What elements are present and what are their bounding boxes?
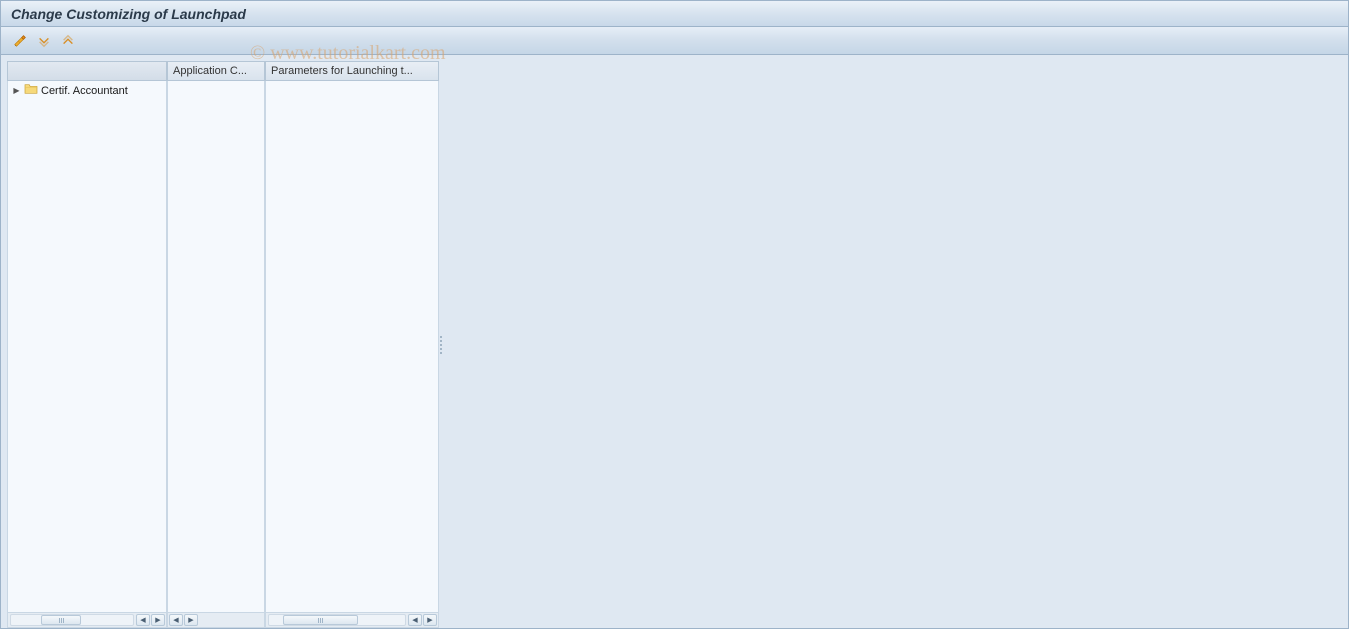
window-title: Change Customizing of Launchpad — [11, 6, 246, 22]
expand-all-button[interactable] — [35, 32, 53, 50]
parameters-body[interactable] — [265, 81, 439, 612]
tree-hscrollbar[interactable]: ◀ ▶ — [7, 612, 167, 628]
application-body[interactable] — [167, 81, 265, 612]
content-area: ▶ Certif. Accountant — [1, 55, 1348, 628]
folder-icon — [24, 83, 38, 98]
title-bar: Change Customizing of Launchpad — [1, 1, 1348, 27]
toolbar — [1, 27, 1348, 55]
tree-body[interactable]: ▶ Certif. Accountant — [7, 81, 167, 612]
collapse-up-icon — [61, 34, 75, 48]
scroll-right-icon[interactable]: ▶ — [151, 614, 165, 626]
scroll-left-icon[interactable]: ◀ — [136, 614, 150, 626]
tree-item-label: Certif. Accountant — [41, 85, 128, 97]
expand-down-icon — [37, 34, 51, 48]
scroll-thumb[interactable] — [283, 615, 358, 625]
expand-toggle-icon[interactable]: ▶ — [12, 86, 21, 95]
collapse-all-button[interactable] — [59, 32, 77, 50]
scroll-left-icon[interactable]: ◀ — [408, 614, 422, 626]
right-detail-panel — [439, 61, 1348, 628]
left-panel: ▶ Certif. Accountant — [7, 61, 439, 628]
param-hscrollbar[interactable]: ◀ ▶ — [265, 612, 439, 628]
pencil-toggle-icon — [13, 34, 27, 48]
scroll-right-icon[interactable]: ▶ — [184, 614, 198, 626]
splitter-handle[interactable] — [438, 325, 444, 365]
application-column: Application C... ◀ ▶ — [167, 61, 265, 628]
application-column-header[interactable]: Application C... — [167, 61, 265, 81]
scroll-track[interactable] — [268, 614, 406, 626]
scroll-left-icon[interactable]: ◀ — [169, 614, 183, 626]
app-hscrollbar[interactable]: ◀ ▶ — [167, 612, 265, 628]
tree-column: ▶ Certif. Accountant — [7, 61, 167, 628]
scroll-right-icon[interactable]: ▶ — [423, 614, 437, 626]
parameters-column: Parameters for Launching t... ◀ ▶ — [265, 61, 439, 628]
tree-item-certif-accountant[interactable]: ▶ Certif. Accountant — [8, 81, 166, 100]
toggle-display-button[interactable] — [11, 32, 29, 50]
tree-column-header[interactable] — [7, 61, 167, 81]
parameters-column-header[interactable]: Parameters for Launching t... — [265, 61, 439, 81]
scroll-thumb[interactable] — [41, 615, 81, 625]
app-window: Change Customizing of Launchpad — [0, 0, 1349, 629]
scroll-track[interactable] — [10, 614, 134, 626]
